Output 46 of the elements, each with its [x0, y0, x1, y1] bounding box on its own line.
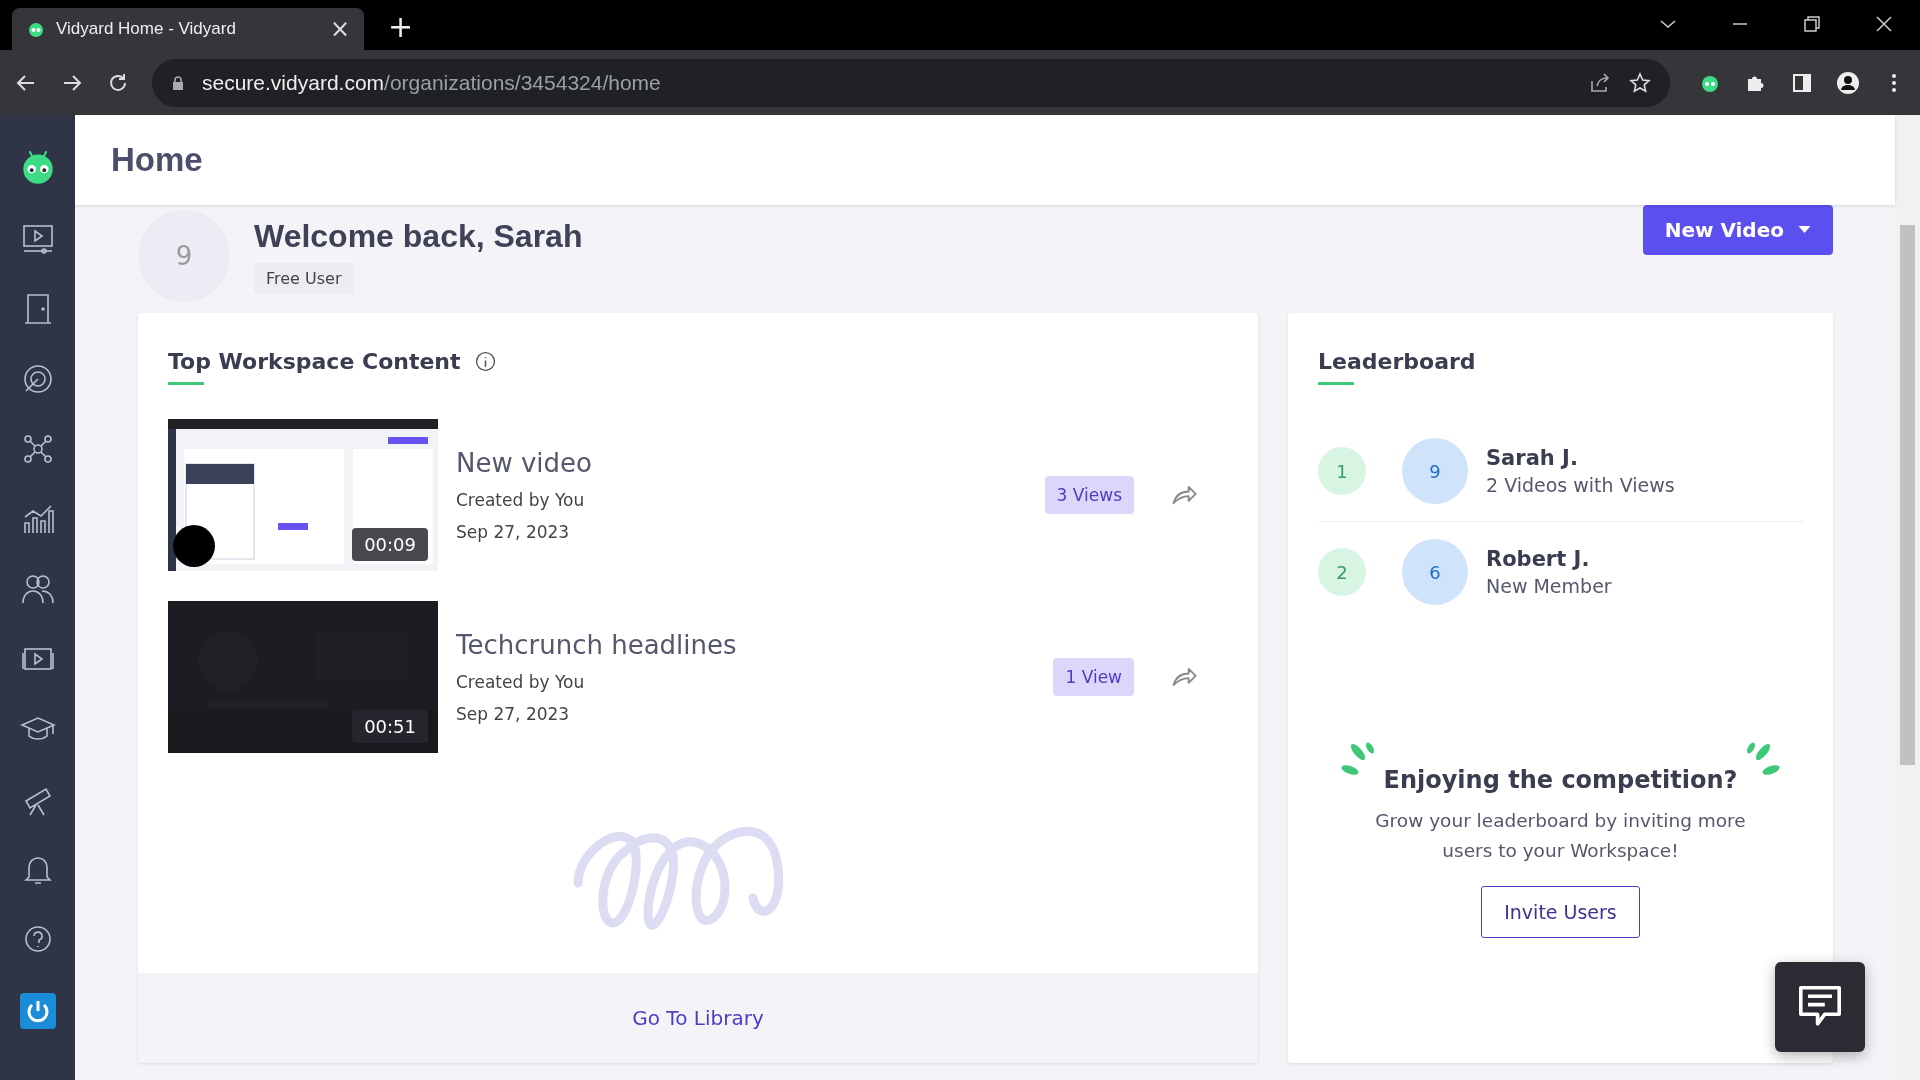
creator-text: Created by You	[456, 672, 586, 692]
rank-badge: 2	[1318, 548, 1366, 596]
card-title: Top Workspace Content	[168, 349, 461, 374]
close-tab-button[interactable]: ×	[329, 15, 350, 43]
promo-title: Enjoying the competition?	[1383, 766, 1738, 794]
share-icon[interactable]	[1588, 70, 1612, 95]
account-badge: Free User	[254, 263, 354, 294]
profile-icon[interactable]	[1836, 70, 1860, 95]
scrollbar[interactable]	[1895, 115, 1920, 1080]
user-name: Robert J.	[1486, 547, 1591, 571]
date-text: Sep 27, 2023	[456, 704, 571, 724]
restore-icon[interactable]	[1802, 14, 1822, 34]
close-icon[interactable]	[1874, 14, 1894, 34]
user-detail: 2 Videos with Views	[1486, 474, 1675, 496]
go-to-library-link[interactable]: Go To Library	[632, 1006, 764, 1030]
creator-text: Created by You	[456, 490, 586, 510]
browser-tab[interactable]: Vidyard Home - Vidyard ×	[12, 8, 364, 50]
video-title[interactable]: New video	[456, 448, 592, 478]
rank-badge: 1	[1318, 447, 1366, 495]
avatar: 9	[138, 210, 230, 302]
duration-label: 00:09	[352, 528, 428, 561]
avatar: 6	[1402, 539, 1468, 605]
info-icon[interactable]	[474, 351, 496, 372]
promo-text: Grow your leaderboard by inviting more users to your Workspace!	[1374, 809, 1747, 863]
chat-button[interactable]	[1775, 962, 1865, 1052]
card-title: Leaderboard	[1318, 349, 1477, 374]
user-name: Sarah J.	[1486, 446, 1579, 470]
new-tab-button[interactable]: +	[388, 9, 414, 44]
welcome-heading: Welcome back, Sarah	[254, 218, 583, 255]
star-icon[interactable]	[1628, 70, 1652, 95]
user-detail: New Member	[1486, 575, 1612, 597]
new-video-button[interactable]: New Video	[1642, 205, 1833, 255]
url-text: secure.vidyard.com/organizations/3454324/home	[202, 70, 661, 95]
address-bar[interactable]: secure.vidyard.com/organizations/3454324/home	[152, 58, 1670, 107]
power-icon[interactable]	[19, 993, 56, 1029]
views-badge: 1 View	[1053, 658, 1134, 696]
duration-label: 00:51	[352, 710, 428, 743]
date-text: Sep 27, 2023	[456, 522, 571, 542]
video-title[interactable]: Techcrunch headlines	[456, 630, 737, 660]
lock-icon	[170, 74, 186, 91]
avatar: 9	[1402, 438, 1468, 504]
views-badge: 3 Views	[1044, 476, 1134, 514]
tab-title: Vidyard Home - Vidyard	[56, 19, 237, 39]
page-title: Home	[111, 141, 203, 179]
invite-users-button[interactable]: Invite Users	[1481, 886, 1640, 938]
caret-icon	[1798, 226, 1811, 234]
